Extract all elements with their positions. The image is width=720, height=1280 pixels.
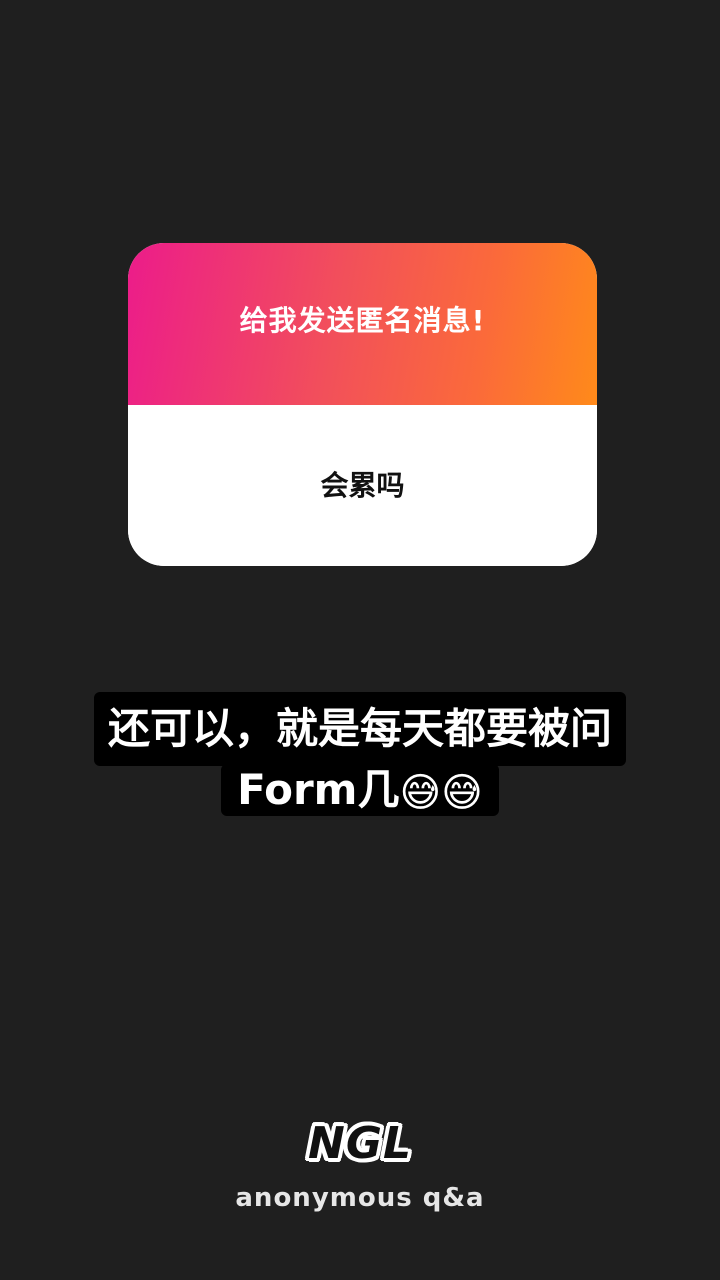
- ngl-logo: NGL: [308, 1118, 412, 1169]
- question-card-header: 给我发送匿名消息!: [128, 243, 597, 405]
- sweat-smile-emoji-icon: 😅😅: [399, 770, 483, 816]
- brand-tagline: anonymous q&a: [235, 1183, 485, 1213]
- prompt-text: 给我发送匿名消息!: [239, 304, 486, 337]
- reply-caption: 还可以，就是每天都要被问 Form几😅😅: [0, 692, 720, 816]
- anonymous-message-text: 会累吗: [320, 468, 405, 502]
- story-canvas: 给我发送匿名消息! 会累吗 还可以，就是每天都要被问 Form几😅😅 NGL a…: [0, 0, 720, 1280]
- caption-line-2-text: Form几: [237, 765, 400, 814]
- caption-line-1: 还可以，就是每天都要被问: [93, 692, 626, 766]
- caption-line-2: Form几😅😅: [221, 764, 499, 816]
- question-card-body: 会累吗: [128, 405, 597, 566]
- question-card: 给我发送匿名消息! 会累吗: [128, 243, 597, 566]
- ngl-branding: NGL anonymous q&a: [0, 1118, 720, 1213]
